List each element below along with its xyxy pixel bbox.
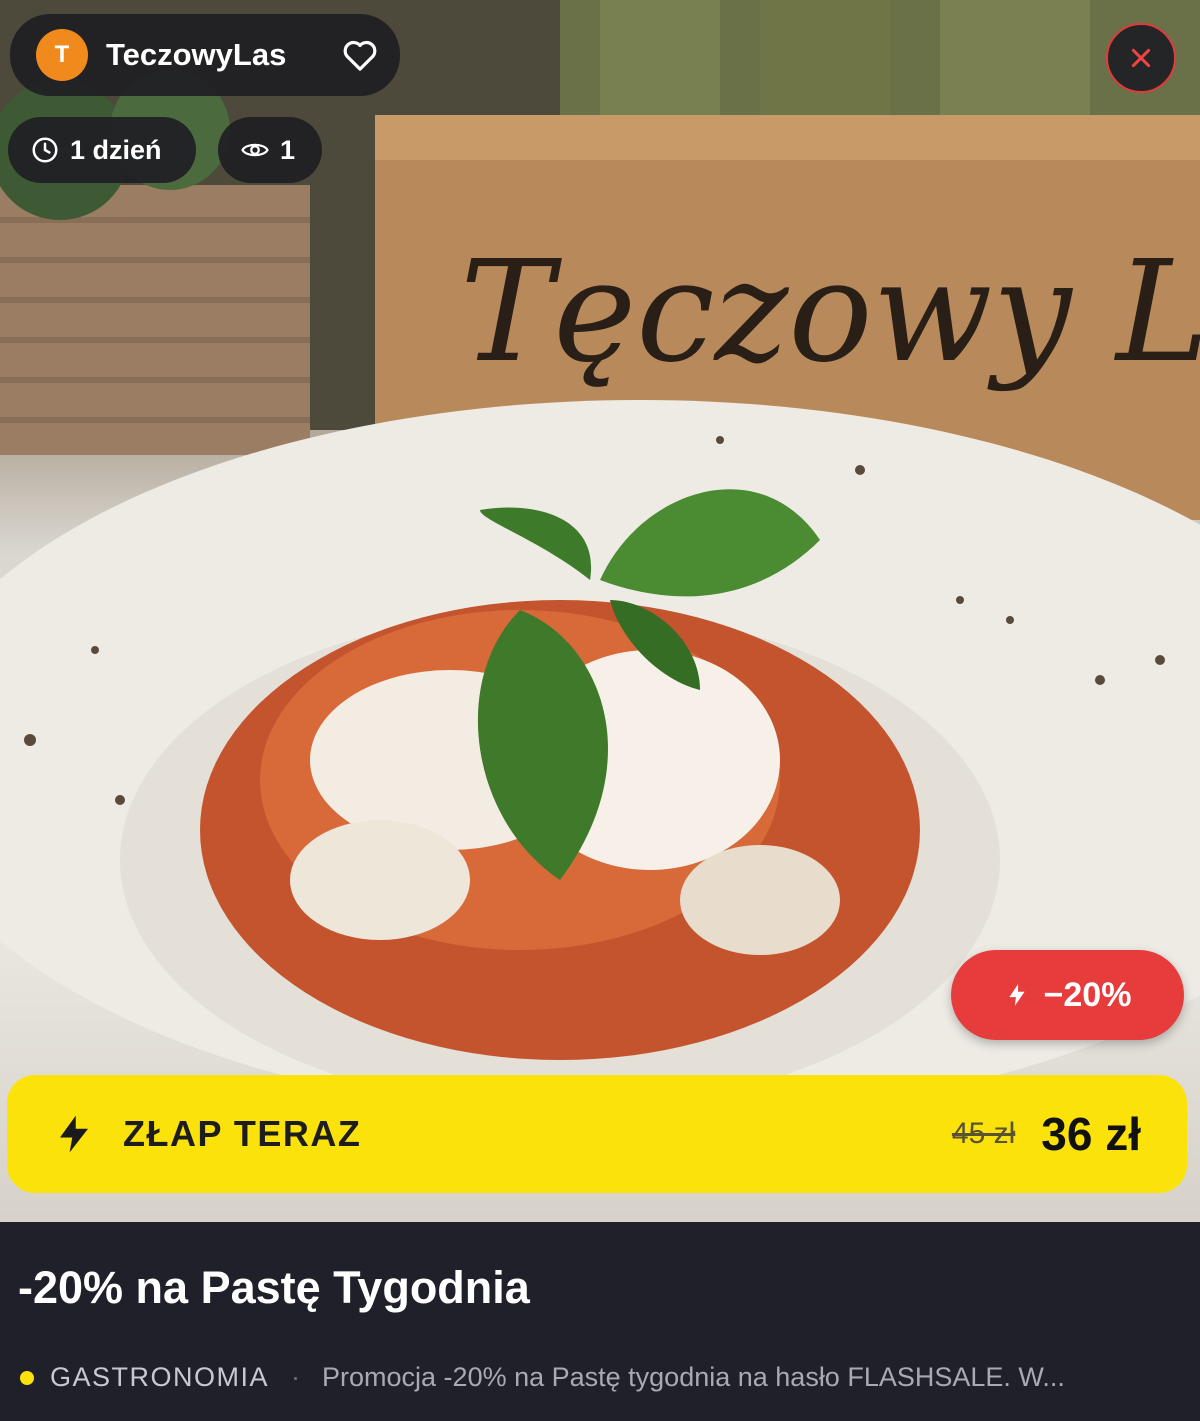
offer-category: GASTRONOMIA	[50, 1362, 270, 1392]
sign-text: Tęczowy La	[460, 231, 1200, 394]
grab-now-label: ZŁAP TERAZ	[123, 1113, 362, 1154]
discount-text: −20%	[1043, 975, 1132, 1014]
close-icon	[1131, 48, 1151, 68]
offer-info-line: GASTRONOMIA · Promocja -20% na Pastę tyg…	[20, 1362, 1180, 1393]
eye-icon	[241, 143, 269, 157]
offer-title: -20% na Pastę Tygodnia	[18, 1262, 530, 1313]
time-left-chip: 1 dzień	[8, 117, 196, 183]
separator: ·	[291, 1362, 301, 1392]
views-chip: 1	[218, 117, 322, 183]
offer-hero-image: Tęczowy La T TeczowyLas 1 d	[0, 0, 1200, 1222]
merchant-avatar: T	[36, 29, 88, 81]
grab-now-button[interactable]: ZŁAP TERAZ 45 zł 36 zł	[7, 1075, 1187, 1193]
merchant-chip[interactable]: T TeczowyLas	[10, 14, 400, 96]
lightning-icon	[1008, 984, 1025, 1006]
clock-icon	[32, 137, 58, 163]
close-button[interactable]	[1106, 23, 1176, 93]
discount-badge: −20%	[951, 950, 1184, 1040]
new-price: 36 zł	[1041, 1108, 1141, 1160]
old-price: 45 zł	[951, 1117, 1016, 1150]
heart-icon[interactable]	[340, 35, 380, 75]
category-dot	[20, 1370, 34, 1385]
merchant-name: TeczowyLas	[106, 37, 287, 72]
offer-description: Promocja -20% na Pastę tygodnia na hasło…	[322, 1362, 1065, 1392]
lightning-icon	[60, 1115, 88, 1153]
views-count: 1	[280, 134, 296, 165]
time-left-text: 1 dzień	[70, 134, 162, 165]
